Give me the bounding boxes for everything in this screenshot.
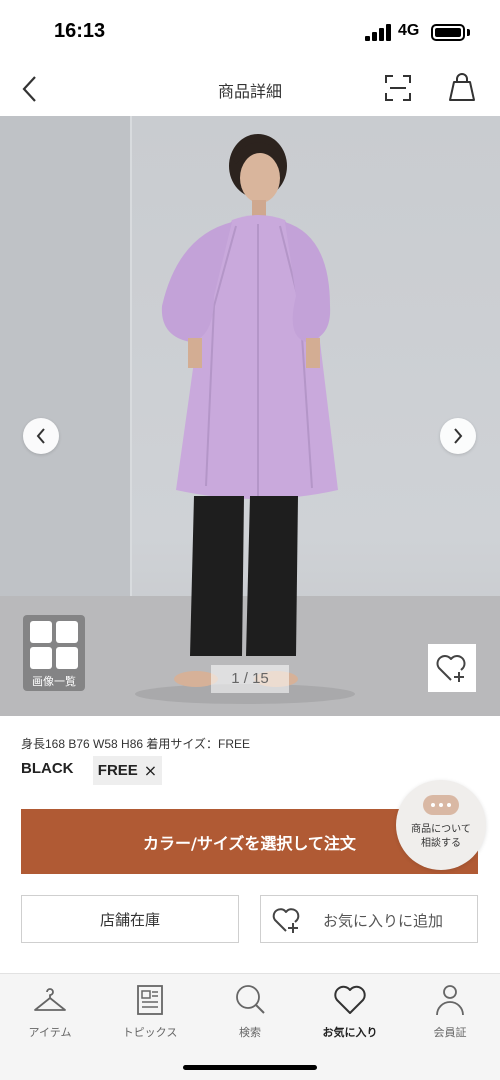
tab-favorites[interactable]: お気に入り bbox=[300, 980, 400, 1042]
tab-member-card[interactable]: 会員証 bbox=[400, 980, 500, 1042]
battery-tip bbox=[467, 29, 470, 36]
tab-topics[interactable]: トピックス bbox=[100, 980, 200, 1042]
consult-label: 商品について 相談する bbox=[396, 823, 486, 851]
store-stock-button[interactable]: 店舗在庫 bbox=[21, 895, 239, 943]
size-chip-label: FREE bbox=[97, 762, 138, 779]
selected-color: BLACK bbox=[21, 760, 74, 777]
shopping-bag-icon bbox=[449, 73, 475, 101]
tab-bar: アイテム トピックス 検索 お気に入り 会員証 bbox=[0, 973, 500, 1080]
consult-label-line1: 商品について bbox=[411, 824, 471, 835]
consult-label-line2: 相談する bbox=[421, 838, 461, 849]
status-bar: 16:13 4G bbox=[0, 0, 500, 62]
newspaper-icon bbox=[137, 985, 163, 1015]
heart-plus-icon bbox=[272, 908, 300, 933]
heart-plus-icon bbox=[436, 655, 466, 682]
add-favorite-button[interactable]: お気に入りに追加 bbox=[260, 895, 478, 943]
add-favorite-label: お気に入りに追加 bbox=[323, 912, 444, 930]
chat-bubble-icon bbox=[423, 795, 459, 815]
tab-label: お気に入り bbox=[322, 1026, 378, 1039]
tab-search[interactable]: 検索 bbox=[200, 980, 300, 1042]
scan-button[interactable] bbox=[380, 68, 416, 108]
product-consult-button[interactable]: 商品について 相談する bbox=[396, 780, 486, 870]
grid-icon bbox=[30, 621, 78, 669]
tab-label: アイテム bbox=[28, 1026, 72, 1039]
person-icon bbox=[436, 985, 464, 1016]
tab-label: 検索 bbox=[239, 1026, 261, 1039]
image-gallery-button[interactable]: 画像一覧 bbox=[23, 615, 85, 691]
home-indicator bbox=[183, 1065, 317, 1070]
signal-icon bbox=[365, 24, 391, 41]
scan-icon bbox=[385, 75, 411, 101]
previous-image-button[interactable] bbox=[23, 418, 59, 454]
network-label: 4G bbox=[398, 22, 420, 39]
next-image-button[interactable] bbox=[440, 418, 476, 454]
close-icon[interactable]: × bbox=[144, 761, 157, 780]
product-image[interactable]: 画像一覧 1 / 15 bbox=[0, 116, 500, 716]
image-favorite-button[interactable] bbox=[428, 644, 476, 692]
chevron-right-icon bbox=[454, 428, 463, 444]
image-page-indicator: 1 / 15 bbox=[211, 665, 289, 693]
page-title: 商品詳細 bbox=[217, 82, 282, 101]
cart-button[interactable] bbox=[444, 68, 480, 108]
tab-items[interactable]: アイテム bbox=[0, 980, 100, 1042]
hanger-icon bbox=[34, 988, 66, 1011]
search-icon bbox=[236, 985, 265, 1014]
nav-bar: 商品詳細 bbox=[0, 62, 500, 116]
size-filter-chip[interactable]: FREE × bbox=[93, 756, 162, 785]
tab-label: 会員証 bbox=[433, 1026, 467, 1039]
heart-icon bbox=[334, 985, 366, 1014]
battery-icon bbox=[431, 24, 465, 41]
model-size-info: 身長168 B76 W58 H86 着用サイズ：FREE bbox=[21, 737, 251, 751]
tab-label: トピックス bbox=[122, 1026, 178, 1039]
chevron-left-icon bbox=[36, 428, 45, 444]
gallery-label: 画像一覧 bbox=[32, 675, 76, 688]
status-time: 16:13 bbox=[54, 20, 106, 42]
